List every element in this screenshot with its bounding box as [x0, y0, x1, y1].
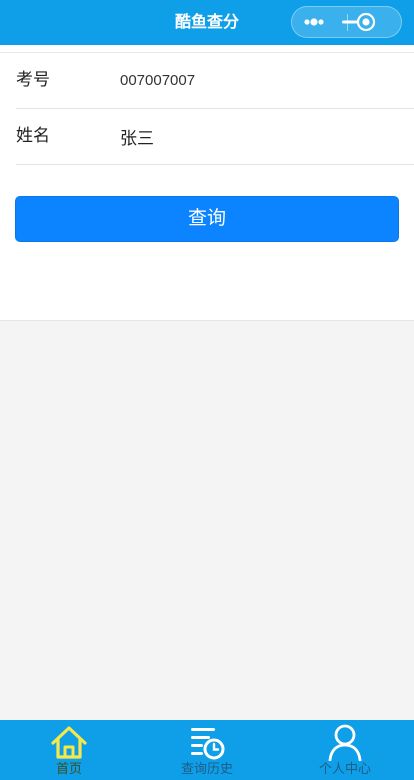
minus-icon [342, 20, 358, 24]
more-button[interactable] [292, 7, 347, 37]
tab-profile-label: 个人中心 [318, 761, 371, 776]
tab-home[interactable]: 首页 [0, 720, 138, 780]
name-input[interactable] [120, 120, 400, 152]
history-list-clock-icon [191, 728, 225, 760]
more-dots-icon [304, 18, 324, 26]
exam-number-row: 考号 [16, 53, 414, 109]
name-row: 姓名 [16, 109, 414, 165]
tab-profile[interactable]: 个人中心 [276, 720, 414, 780]
score-query-form: 考号 姓名 查询 [0, 45, 414, 321]
tab-history[interactable]: 查询历史 [138, 720, 276, 780]
bottom-tab-bar: 首页 查询历史 个人中心 [0, 720, 414, 780]
mini-program-page: 酷鱼查分 考号 007007007 姓名 张三 查询 首页 查询历史 个人中心 [0, 0, 414, 780]
exam-number-input[interactable] [120, 64, 400, 96]
query-button[interactable]: 查询 [15, 196, 399, 242]
user-profile-icon [328, 724, 362, 761]
name-label: 姓名 [16, 126, 50, 145]
menu-capsule [291, 6, 402, 38]
top-navigation-bar: 酷鱼查分 [0, 0, 414, 45]
exam-number-label: 考号 [16, 70, 50, 89]
tab-home-label: 首页 [55, 761, 82, 776]
home-icon [51, 726, 87, 759]
tab-history-label: 查询历史 [180, 761, 233, 776]
